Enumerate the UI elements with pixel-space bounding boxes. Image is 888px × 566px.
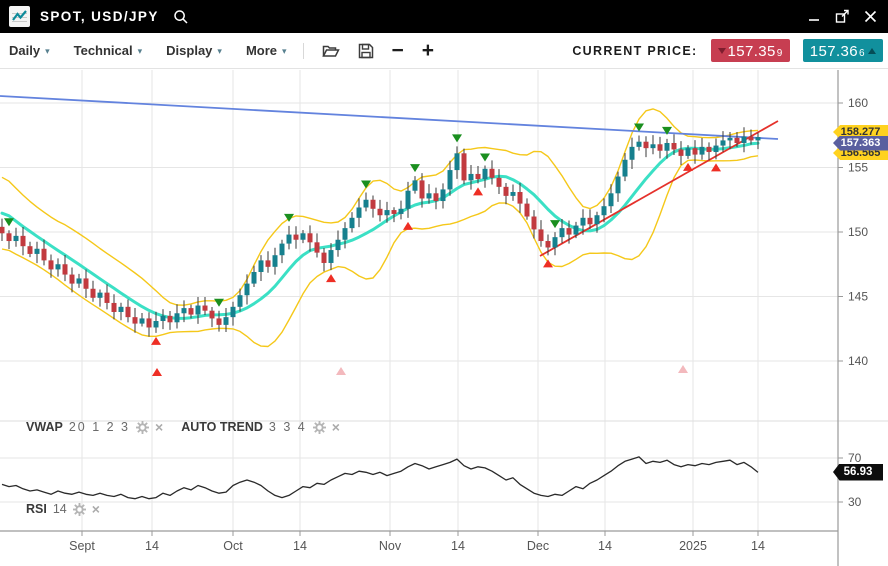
- menu-technical[interactable]: Technical ▾: [74, 43, 143, 58]
- gear-icon[interactable]: [73, 503, 86, 516]
- minimize-button[interactable]: [806, 9, 822, 25]
- zoom-in-button[interactable]: +: [422, 41, 434, 61]
- ask-price-fraction: 6: [859, 45, 865, 62]
- close-icon[interactable]: ×: [92, 503, 100, 515]
- autotrend-label: AUTO TREND: [181, 420, 263, 434]
- current-price-group: CURRENT PRICE: 157.35 9 157.36 6: [572, 39, 883, 62]
- chevron-down-icon: ▾: [217, 46, 222, 57]
- buy-signal-icon: [683, 163, 693, 171]
- close-icon[interactable]: ×: [332, 421, 340, 433]
- y-axis-tick-label: 70: [848, 451, 862, 465]
- rsi-value-tag: 56.93: [833, 464, 883, 481]
- chevron-down-icon: ▾: [282, 46, 287, 57]
- sell-signal-icon: [214, 299, 224, 307]
- sell-signal-icon: [480, 154, 490, 162]
- bid-price-fraction: 9: [777, 45, 783, 62]
- chevron-down-icon: ▾: [45, 46, 50, 57]
- rsi-indicator-legend: RSI 14 ×: [26, 502, 100, 516]
- save-chart-button[interactable]: [358, 43, 374, 59]
- x-axis-tick-label: Nov: [379, 539, 402, 553]
- search-icon[interactable]: [173, 9, 189, 25]
- toolbar: Daily ▾ Technical ▾ Display ▾ More ▾: [0, 33, 888, 69]
- chart-logo-icon: [9, 6, 30, 27]
- close-icon[interactable]: ×: [155, 421, 163, 433]
- menu-more[interactable]: More ▾: [246, 43, 287, 58]
- save-icon: [358, 43, 374, 59]
- vwap-label: VWAP: [26, 420, 63, 434]
- x-axis-tick-label: 14: [293, 539, 307, 553]
- rsi-params: 14: [53, 502, 67, 516]
- sell-signal-icon: [550, 220, 560, 228]
- rsi-layer: [2, 457, 758, 499]
- y-axis-tick-label: 155: [848, 161, 868, 175]
- toolbar-divider: [303, 43, 304, 59]
- sell-signal-icon: [452, 134, 462, 142]
- x-axis-tick-label: 14: [751, 539, 765, 553]
- menu-daily-label: Daily: [9, 43, 40, 58]
- menu-more-label: More: [246, 43, 277, 58]
- buy-signal-icon: [152, 368, 162, 376]
- trading-app-window: SPOT, USD/JPY: [0, 0, 888, 566]
- menu-technical-label: Technical: [74, 43, 133, 58]
- buy-signal-icon: [543, 259, 553, 267]
- price-up-arrow-icon: [868, 48, 876, 54]
- price-tag: 157.363: [833, 136, 888, 151]
- close-icon[interactable]: [862, 9, 878, 25]
- buy-signal-icon: [403, 222, 413, 230]
- resistance-trendline: [0, 96, 778, 139]
- titlebar: SPOT, USD/JPY: [0, 0, 888, 33]
- ask-price-badge: 157.36 6: [803, 39, 883, 62]
- gear-icon[interactable]: [136, 421, 149, 434]
- open-chart-button[interactable]: [322, 43, 340, 58]
- buy-signal-icon: [678, 365, 688, 373]
- sell-signal-icon: [410, 164, 420, 172]
- y-axis-tick-label: 160: [848, 96, 868, 110]
- price-down-arrow-icon: [718, 48, 726, 54]
- sell-signal-icon: [4, 218, 14, 226]
- chevron-down-icon: ▾: [138, 46, 143, 57]
- bid-price-badge: 157.35 9: [711, 39, 790, 62]
- menu-daily[interactable]: Daily ▾: [9, 43, 50, 58]
- chart-area[interactable]: Sept 14 Oct 14 Nov 14 Dec 14 2025 14 160 155 150 145 1…: [0, 70, 888, 566]
- signal-markers-layer: [4, 123, 721, 376]
- page-title: SPOT, USD/JPY: [40, 9, 159, 24]
- buy-signal-icon: [473, 187, 483, 195]
- popout-button[interactable]: [834, 9, 850, 25]
- x-axis-tick-label: Sept: [69, 539, 95, 553]
- gear-icon[interactable]: [313, 421, 326, 434]
- x-axis-tick-label: 14: [145, 539, 159, 553]
- menu-display-label: Display: [166, 43, 212, 58]
- buy-signal-icon: [326, 274, 336, 282]
- y-axis-tick-label: 145: [848, 290, 868, 304]
- ask-price-main: 157.36: [810, 41, 858, 62]
- menu-display[interactable]: Display ▾: [166, 43, 222, 58]
- y-axis-tick-label: 150: [848, 225, 868, 239]
- buy-signal-icon: [336, 367, 346, 375]
- x-axis-tick-label: 2025: [679, 539, 707, 553]
- x-axis-tick-label: 14: [451, 539, 465, 553]
- y-axis-tick-label: 140: [848, 354, 868, 368]
- folder-open-icon: [322, 43, 340, 58]
- zoom-out-button[interactable]: −: [392, 41, 404, 61]
- bid-price-main: 157.35: [728, 41, 776, 62]
- x-axis-tick-label: Oct: [223, 539, 243, 553]
- x-axis-tick-label: Dec: [527, 539, 549, 553]
- autotrend-params: 3 3 4: [269, 420, 307, 434]
- rsi-label: RSI: [26, 502, 47, 516]
- current-price-label: CURRENT PRICE:: [572, 44, 697, 58]
- window-controls: [806, 9, 878, 25]
- main-indicator-legend: VWAP 20 1 2 3 × AUTO TREND 3 3 4: [26, 420, 340, 434]
- chart-canvas[interactable]: Sept 14 Oct 14 Nov 14 Dec 14 2025 14 160 155 150 145 1…: [0, 70, 888, 566]
- x-axis-tick-label: 14: [598, 539, 612, 553]
- y-axis-tick-label: 30: [848, 495, 862, 509]
- vwap-params: 20 1 2 3: [69, 420, 130, 434]
